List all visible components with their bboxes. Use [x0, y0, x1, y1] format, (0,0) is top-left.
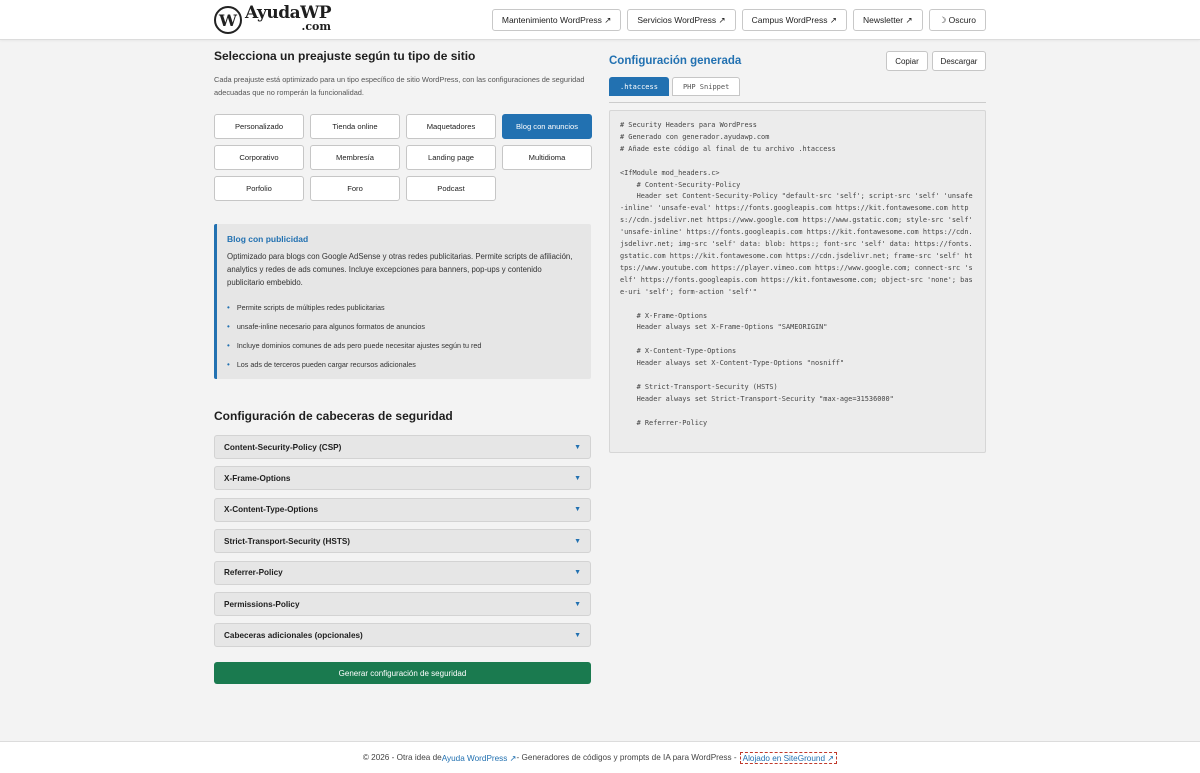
bullet-icon: • — [227, 303, 230, 312]
copy-button[interactable]: Copiar — [886, 51, 928, 71]
preset-button[interactable]: Tienda online — [310, 114, 400, 139]
tab-php-snippet[interactable]: PHP Snippet — [671, 77, 741, 96]
footer-middle: - Generadores de códigos y prompts de IA… — [516, 753, 737, 762]
chevron-down-icon: ▼ — [574, 537, 581, 545]
page-footer: © 2026 - Otra idea de Ayuda WordPress ↗ … — [0, 741, 1200, 773]
nav-newsletter-button[interactable]: Newsletter ↗ — [852, 9, 923, 31]
nav-servicios-button[interactable]: Servicios WordPress ↗ — [627, 9, 736, 31]
output-tabs: .htaccess PHP Snippet — [609, 77, 741, 96]
accordion-item[interactable]: Permissions-Policy ▼ — [214, 592, 591, 616]
generate-config-button[interactable]: Generar configuración de seguridad — [214, 662, 591, 684]
list-item-text: Permite scripts de múltiples redes publi… — [236, 303, 385, 312]
bullet-icon: • — [227, 341, 230, 350]
accordion-label: Strict-Transport-Security (HSTS) — [224, 536, 351, 546]
preset-button[interactable]: Landing page — [406, 145, 496, 170]
dark-mode-toggle[interactable]: ☽ Oscuro — [928, 9, 986, 31]
accordion-item[interactable]: X-Content-Type-Options ▼ — [214, 497, 591, 522]
logo-line1: AyudaWP — [245, 3, 332, 23]
list-item: • unsafe-inline necesario para algunos fo… — [227, 317, 579, 336]
chevron-down-icon: ▼ — [574, 569, 581, 577]
chevron-down-icon: ▼ — [574, 474, 581, 482]
accordion-label: X-Frame-Options — [224, 473, 291, 483]
list-item: • Permite scripts de múltiples redes publ… — [227, 298, 579, 317]
logo-text: AyudaWP .com — [245, 3, 332, 34]
top-header: W AyudaWP .com Mantenimiento WordPress ↗… — [0, 0, 1200, 40]
list-item-text: unsafe-inline necesario para algunos for… — [236, 322, 426, 331]
accordion-label: Referrer-Policy — [224, 568, 283, 578]
list-item-text: Incluye dominios comunes de ads pero pue… — [236, 341, 482, 350]
list-item-text: Los ads de terceros pueden cargar recurs… — [236, 360, 416, 369]
accordion-label: Permissions-Policy — [224, 599, 300, 609]
preset-button[interactable]: Foro — [310, 176, 400, 201]
code-text: # Security Headers para WordPress # Gene… — [620, 121, 973, 427]
bullet-icon: • — [227, 322, 230, 331]
preset-button[interactable]: Multidioma — [502, 145, 592, 170]
footer-ayudawp-link[interactable]: Ayuda WordPress ↗ — [442, 753, 517, 763]
nav-campus-button[interactable]: Campus WordPress ↗ — [741, 9, 847, 31]
top-nav: Mantenimiento WordPress ↗ Servicios Word… — [491, 9, 986, 31]
footer-siteground-link[interactable]: Alojado en SiteGround ↗ — [739, 751, 838, 764]
chevron-down-icon: ▼ — [574, 631, 581, 639]
preset-info-list: • Permite scripts de múltiples redes publ… — [227, 298, 579, 374]
preset-button[interactable]: Podcast — [406, 176, 496, 201]
accordion-label: X-Content-Type-Options — [224, 505, 318, 515]
accordion-item[interactable]: Strict-Transport-Security (HSTS) ▼ — [214, 529, 591, 554]
code-output[interactable]: # Security Headers para WordPress # Gene… — [609, 110, 986, 453]
preset-info-title: Blog con publicidad — [227, 234, 309, 244]
presets-description: Cada preajuste está optimizado para un t… — [214, 75, 585, 97]
footer-prefix: © 2026 - Otra idea de — [362, 753, 442, 762]
chevron-down-icon: ▼ — [574, 506, 581, 514]
preset-button[interactable]: Personalizado — [214, 114, 304, 139]
preset-info-box: Blog con publicidad Optimizado para blog… — [214, 224, 591, 379]
accordion-item[interactable]: Content-Security-Policy (CSP) ▼ — [214, 435, 591, 459]
accordion-label: Content-Security-Policy (CSP) — [224, 442, 342, 452]
nav-mantenimiento-button[interactable]: Mantenimiento WordPress ↗ — [491, 9, 622, 31]
tab-htaccess[interactable]: .htaccess — [609, 77, 669, 96]
presets-title: Selecciona un preajuste según tu tipo de… — [214, 49, 476, 63]
tab-divider — [609, 102, 986, 103]
preset-button[interactable]: Membresía — [310, 145, 400, 170]
headers-config-title: Configuración de cabeceras de seguridad — [214, 409, 453, 423]
preset-grid: Personalizado Tienda online Maquetadores Bl… — [214, 114, 592, 201]
accordion-item[interactable]: Referrer-Policy ▼ — [214, 560, 591, 585]
accordion-label: Cabeceras adicionales (opcionales) — [224, 630, 363, 640]
output-title: Configuración generada — [609, 55, 742, 67]
site-logo[interactable]: W AyudaWP .com — [214, 3, 332, 34]
preset-info-description: Optimizado para blogs con Google AdSense… — [227, 252, 573, 287]
preset-button[interactable]: Corporativo — [214, 145, 304, 170]
chevron-down-icon: ▼ — [574, 600, 581, 608]
accordion-item[interactable]: X-Frame-Options ▼ — [214, 466, 591, 491]
accordion-item[interactable]: Cabeceras adicionales (opcionales) ▼ — [214, 623, 591, 648]
preset-button[interactable]: Maquetadores — [406, 114, 496, 139]
wordpress-logo-icon: W — [214, 6, 242, 34]
download-button[interactable]: Descargar — [932, 51, 986, 71]
bullet-icon: • — [227, 360, 230, 369]
preset-button[interactable]: Blog con anuncios — [502, 114, 592, 139]
preset-button[interactable]: Porfolio — [214, 176, 304, 201]
list-item: • Los ads de terceros pueden cargar recur… — [227, 355, 579, 374]
chevron-down-icon: ▼ — [574, 443, 581, 451]
list-item: • Incluye dominios comunes de ads pero pu… — [227, 336, 579, 355]
